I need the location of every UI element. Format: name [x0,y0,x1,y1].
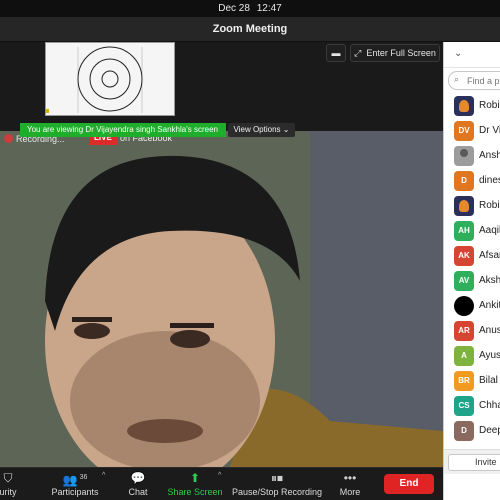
chevron-down-icon: ⌄ [282,125,290,134]
window-title-bar: Zoom Meeting [0,17,500,42]
participant-avatar: AR [454,321,474,341]
participant-item[interactable]: Robin [444,193,500,218]
zoom-app: Dec 28 12:47 Zoom Meeting ▬ ⤢ Enter Full … [0,0,500,500]
participant-name: Robin [479,100,500,111]
share-screen-icon: ⬆ [189,471,201,485]
chat-button[interactable]: 💬 Chat [120,468,156,500]
chat-bubble-icon: 💬 [130,471,146,485]
participant-avatar [454,196,474,216]
share-screen-label: Share Screen [167,487,223,497]
speaker-video-feed [0,131,443,467]
view-options-button[interactable]: View Options ⌄ [228,123,295,137]
participant-item[interactable]: CS Chha [444,393,500,418]
participants-panel: ⌄ ⌕ RobinDVDr VijAnshDdinesRobinAHAaqibA… [443,42,500,500]
participant-avatar: AH [454,221,474,241]
pause-stop-icon: ⏸⏹ [270,471,283,485]
participant-avatar [454,296,474,316]
participants-caret-icon[interactable]: ^ [102,472,105,479]
panel-divider [444,67,500,68]
participant-item[interactable]: Ankit [444,293,500,318]
more-button[interactable]: ••• More [335,468,365,500]
menubar-date: Dec 28 [218,3,250,14]
end-meeting-button[interactable]: End [384,474,434,494]
participant-item[interactable]: A Ayush [444,343,500,368]
invite-bar: Invite [444,449,500,474]
participant-name: Afsan [479,250,500,261]
participant-item[interactable]: Robin [444,93,500,118]
active-speaker-video: Recording... LIVE on Facebook [0,131,443,467]
participant-item[interactable]: AH Aaqib [444,218,500,243]
participant-list: Robin DV Dr Vij Ansh Ddines Robin AH Aaqib AK Afs… [444,93,500,443]
chevron-down-icon[interactable]: ⌄ [454,48,462,59]
participant-avatar: D [454,171,474,191]
participant-avatar: AK [454,246,474,266]
participant-avatar [454,96,474,116]
fullscreen-label: Enter Full Screen [366,48,436,58]
window-title: Zoom Meeting [212,23,288,35]
share-screen-button[interactable]: ⬆ Share Screen [166,468,224,500]
participant-search[interactable]: ⌕ [448,71,500,90]
more-label: More [339,487,361,497]
viewing-screen-banner: You are viewing Dr Vijayendra singh Sank… [20,123,226,137]
search-icon: ⌕ [454,74,460,84]
participant-avatar: A [454,346,474,366]
participant-name: Aaqib [479,225,500,236]
participant-name: Ayush [479,350,500,361]
participant-item[interactable]: AV Akshi [444,268,500,293]
participants-count: 36 [79,474,88,481]
participant-item[interactable]: Ddines [444,168,500,193]
more-dots-icon: ••• [343,471,357,485]
participant-name: Bilal [479,375,498,386]
participant-item[interactable]: D Deep [444,418,500,443]
participant-name: Anus [479,325,500,336]
security-label: urity [0,487,17,497]
participant-name: Akshi [479,275,500,286]
pause-stop-recording-button[interactable]: ⏸⏹ Pause/Stop Recording [232,468,322,500]
participants-label: Participants [51,487,99,497]
participant-name: Ankit [479,300,500,311]
participant-item[interactable]: AR Anus [444,318,500,343]
view-options-label: View Options [233,125,281,134]
participants-icon: 👥 36 [62,473,88,487]
participant-avatar: BR [454,371,474,391]
meeting-area: ▬ ⤢ Enter Full Screen Recording... LIVE … [0,42,443,467]
shield-icon: ⛉ [3,471,13,485]
shared-screen-thumbnail[interactable] [45,42,175,116]
fullscreen-icon: ⤢ [354,48,362,58]
participant-item[interactable]: BR Bilal [444,368,500,393]
participant-avatar: DV [454,121,474,141]
participant-item[interactable]: AK Afsan [444,243,500,268]
participant-name: Dr Vij [479,125,500,136]
chat-label: Chat [128,487,148,497]
participant-avatar: AV [454,271,474,291]
system-menu-bar: Dec 28 12:47 [0,0,500,17]
share-caret-icon[interactable]: ^ [218,472,221,479]
layout-icon: ▬ [331,48,341,58]
participant-name: dines [479,175,500,186]
participant-avatar: CS [454,396,474,416]
participant-name: Chha [479,400,500,411]
participant-search-input[interactable] [467,74,500,87]
meeting-controls-bar: ⛉ urity 👥 36 Participants ^ 💬 Chat ⬆ Shar… [0,467,443,500]
target-circles-image [77,46,143,113]
participant-item[interactable]: DV Dr Vij [444,118,500,143]
menubar-time: 12:47 [256,3,282,14]
invite-button[interactable]: Invite [448,454,500,471]
participant-item[interactable]: Ansh [444,143,500,168]
recording-icon [4,134,13,143]
participant-avatar: D [454,421,474,441]
security-button[interactable]: ⛉ urity [0,468,28,500]
participants-button[interactable]: 👥 36 Participants [45,468,105,500]
participant-name: Robin [479,200,500,211]
enter-full-screen-button[interactable]: ⤢ Enter Full Screen [350,44,440,62]
cursor-marker [46,109,49,113]
participant-name: Ansh [479,150,500,161]
participant-avatar [454,146,474,166]
layout-toggle-button[interactable]: ▬ [326,44,346,62]
participant-name: Deep [479,425,500,436]
pause-stop-recording-label: Pause/Stop Recording [232,487,323,497]
